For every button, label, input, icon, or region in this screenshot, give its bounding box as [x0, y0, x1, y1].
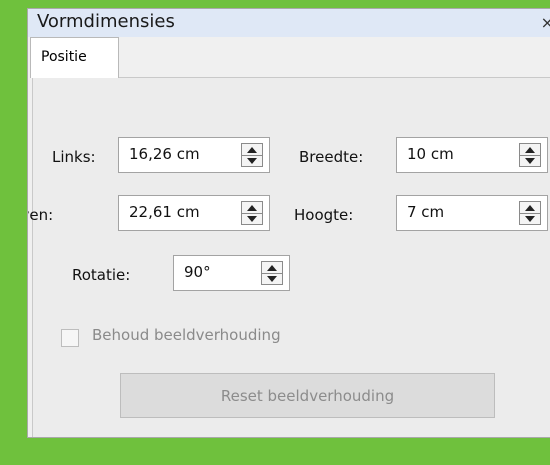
breedte-field[interactable]: 10 cm	[396, 137, 548, 173]
breedte-spinner[interactable]	[519, 143, 541, 167]
boven-value: 22,61 cm	[129, 203, 200, 221]
keep-aspect-ratio-label: Behoud beeldverhouding	[92, 326, 281, 344]
decrement-arrow-icon[interactable]	[520, 155, 540, 166]
breedte-label: Breedte:	[299, 148, 364, 166]
decrement-arrow-icon[interactable]	[242, 213, 262, 224]
keep-aspect-ratio-checkbox[interactable]	[61, 329, 79, 347]
rotatie-value: 90°	[184, 263, 211, 281]
rotatie-field[interactable]: 90°	[173, 255, 290, 291]
reset-aspect-ratio-label: Reset beeldverhouding	[220, 387, 395, 405]
links-field[interactable]: 16,26 cm	[118, 137, 270, 173]
close-icon[interactable]: ×	[541, 13, 550, 32]
links-spinner[interactable]	[241, 143, 263, 167]
reset-aspect-ratio-button[interactable]: Reset beeldverhouding	[120, 373, 495, 418]
hoogte-field[interactable]: 7 cm	[396, 195, 548, 231]
decrement-arrow-icon[interactable]	[242, 155, 262, 166]
tab-positie[interactable]: Positie	[30, 37, 119, 78]
decrement-arrow-icon[interactable]	[262, 273, 282, 284]
rotatie-spinner[interactable]	[261, 261, 283, 285]
hoogte-label: Hoogte:	[294, 206, 354, 224]
links-label: Links:	[52, 148, 96, 166]
links-value: 16,26 cm	[129, 145, 200, 163]
breedte-value: 10 cm	[407, 145, 454, 163]
hoogte-value: 7 cm	[407, 203, 445, 221]
tab-label: Positie	[41, 49, 87, 65]
boven-field[interactable]: 22,61 cm	[118, 195, 270, 231]
rotatie-label: Rotatie:	[72, 266, 131, 284]
boven-label: Boven:	[28, 206, 54, 224]
title-bar: Vormdimensies ×	[28, 9, 550, 37]
dialog-title: Vormdimensies	[37, 11, 175, 32]
hoogte-spinner[interactable]	[519, 201, 541, 225]
boven-spinner[interactable]	[241, 201, 263, 225]
decrement-arrow-icon[interactable]	[520, 213, 540, 224]
